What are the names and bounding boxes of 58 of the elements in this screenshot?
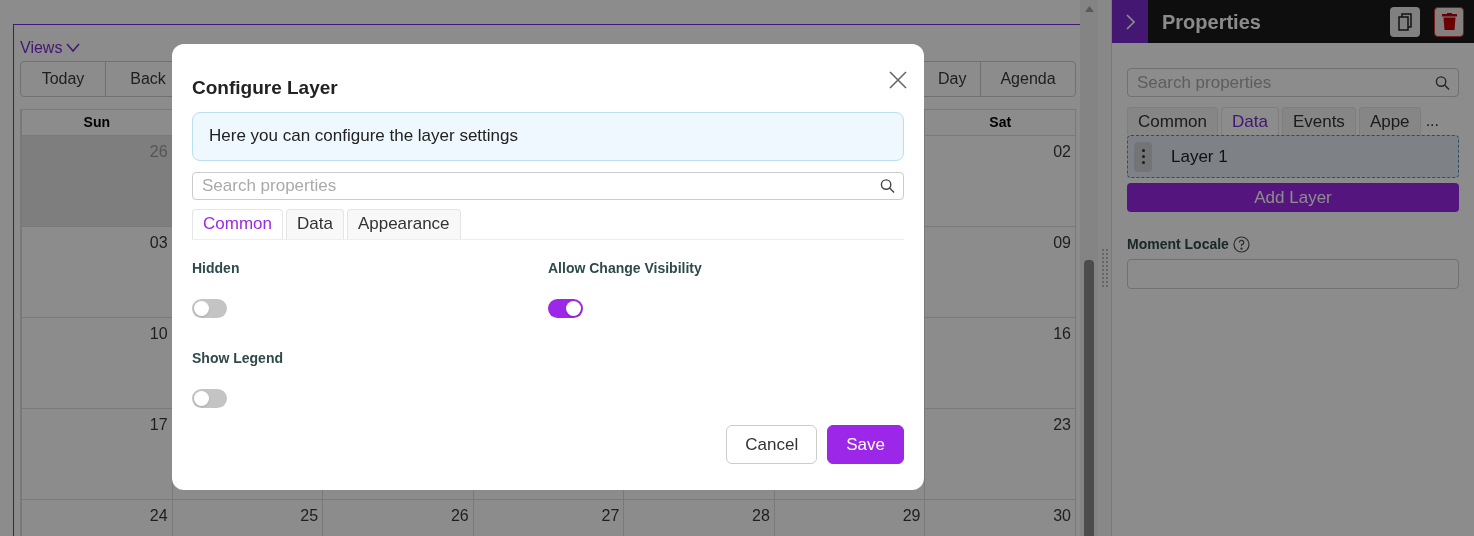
day-number: 28 [752,506,770,524]
tab[interactable]: Appe [1358,107,1421,135]
delete-button[interactable] [1434,6,1464,37]
scrollbar[interactable] [1080,0,1098,536]
day-number: 09 [1053,233,1071,251]
copy-button[interactable] [1390,6,1420,37]
toggle-label: Show Legend [192,348,283,368]
trash-icon [1441,13,1457,30]
chevron-down-icon [66,43,81,53]
day-number: 25 [300,506,319,524]
more-tabs[interactable]: ... [1425,109,1439,133]
dialog-title: Configure Layer [192,76,338,100]
save-button[interactable]: Save [827,425,904,464]
tab[interactable]: Data [1220,107,1279,135]
day-number: 23 [1053,415,1071,433]
toggle-switch[interactable] [192,388,227,408]
close-button[interactable] [888,70,908,90]
day-number: 26 [450,506,469,524]
help-icon[interactable] [1232,236,1250,253]
search-icon [880,178,895,193]
text-field[interactable] [1127,259,1459,289]
toolbar-button[interactable]: Agenda [980,61,1076,97]
day-number: 24 [149,506,168,524]
tab[interactable]: Appearance [346,208,461,239]
day-number: 29 [902,506,921,524]
day-number: 02 [1053,142,1071,160]
field-label: Moment Locale [1127,235,1229,254]
views-dropdown[interactable]: Views [20,35,81,61]
toggle-switch[interactable] [192,298,227,318]
day-number: 10 [149,324,168,342]
layer-label: Layer 1 [1171,145,1228,168]
day-number: 27 [601,506,620,524]
day-number: 30 [1053,506,1071,524]
toggle-label: Hidden [192,258,240,278]
toggle-label: Allow Change Visibility [548,258,702,278]
tab[interactable]: Common [192,208,283,239]
scroll-up-icon [1084,6,1094,12]
day-number: 16 [1053,324,1071,342]
collapse-button[interactable] [1112,0,1148,43]
copy-icon [1398,12,1412,31]
close-icon [889,71,907,89]
day-number: 17 [149,415,168,433]
tab[interactable]: Events [1281,107,1356,135]
tab[interactable]: Common [1127,107,1218,135]
info-message: Here you can configure the layer settings [192,111,904,161]
kebab-icon[interactable] [1134,141,1152,172]
chevron-right-icon [1125,13,1135,30]
panel-title: Properties [1162,9,1261,35]
toggle-switch[interactable] [548,298,583,318]
drag-handle-icon[interactable] [1101,249,1108,287]
search-icon [1435,75,1450,90]
day-number: 03 [149,233,168,251]
search-field[interactable]: Search properties [192,171,904,200]
add-layer-button[interactable]: Add Layer [1127,183,1459,212]
toolbar-button[interactable]: Today [20,61,106,97]
tab[interactable]: Data [285,208,344,239]
cancel-button[interactable]: Cancel [726,425,818,464]
layer-item[interactable]: Layer 1 [1127,135,1459,178]
